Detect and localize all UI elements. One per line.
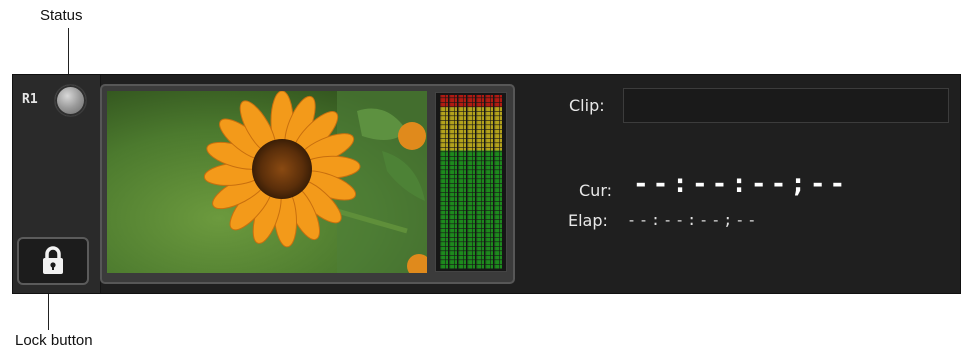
channel-control-column: R1 xyxy=(13,75,101,293)
channel-panel: R1 Clip: Cur: --:--:--;-- Elap: --:--:--… xyxy=(12,74,961,294)
audio-level-meter xyxy=(435,92,507,272)
channel-name: R1 xyxy=(22,92,38,107)
clip-name-field[interactable] xyxy=(623,88,949,123)
video-thumbnail xyxy=(107,91,427,273)
current-timecode-label: Cur: xyxy=(579,181,612,200)
video-preview-frame xyxy=(100,84,515,284)
padlock-icon xyxy=(43,246,63,274)
lock-button-callout-label: Lock button xyxy=(15,332,93,349)
meter-grid-overlay xyxy=(436,93,506,271)
current-timecode: --:--:--;-- xyxy=(633,169,850,199)
elapsed-timecode: --:--:--;-- xyxy=(627,211,760,229)
elapsed-timecode-label: Elap: xyxy=(568,211,608,230)
status-led-icon[interactable] xyxy=(54,84,87,117)
status-callout-label: Status xyxy=(40,7,83,24)
clip-label: Clip: xyxy=(569,96,605,115)
lock-button[interactable] xyxy=(17,237,89,285)
